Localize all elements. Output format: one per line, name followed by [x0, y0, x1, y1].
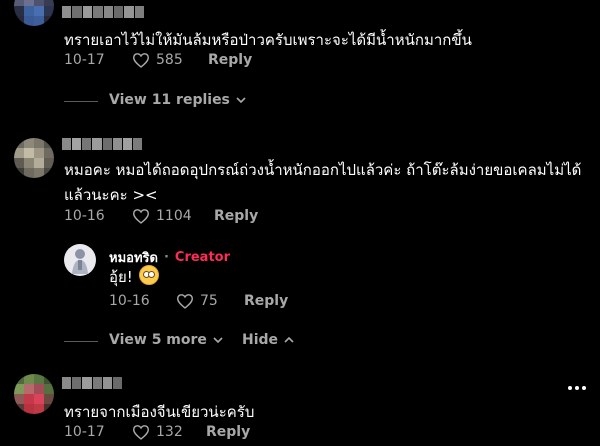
creator-badge: Creator [174, 250, 231, 265]
reply-button[interactable]: Reply [206, 424, 250, 440]
reply-text: อุ้ย! [109, 268, 133, 286]
heart-icon [132, 53, 150, 68]
reply-text-line: อุ้ย! [109, 265, 159, 290]
like-button[interactable]: 132 [132, 424, 183, 440]
view-more-label: View 5 more [109, 332, 207, 348]
creator-avatar[interactable] [64, 244, 96, 276]
heart-icon [132, 425, 150, 440]
hide-replies-button[interactable]: Hide [242, 332, 294, 348]
avatar[interactable] [14, 0, 54, 26]
heart-icon [176, 294, 194, 309]
like-count: 1104 [156, 208, 192, 224]
hide-label: Hide [242, 332, 279, 348]
comment-text: ทรายจากเมืองจีนเขียวน่ะครับ [64, 403, 255, 421]
reply-like-button[interactable]: 75 [176, 293, 218, 309]
flushed-face-emoji-icon [138, 265, 159, 285]
avatar[interactable] [14, 138, 54, 178]
avatar[interactable] [14, 374, 54, 414]
like-count: 585 [156, 52, 183, 68]
comment-date: 10-17 [64, 52, 105, 68]
reply-button[interactable]: Reply [208, 52, 252, 68]
blurred-username[interactable] [62, 138, 142, 150]
reply-button[interactable]: Reply [214, 208, 258, 224]
blurred-username[interactable] [62, 377, 123, 389]
reply-like-count: 75 [200, 293, 218, 309]
reply-date: 10-16 [109, 293, 150, 309]
comment-text: ทรายเอาไว้ไม่ให้มันล้มหรือป่าวครับเพราะจ… [64, 31, 472, 49]
like-button[interactable]: 1104 [132, 208, 192, 224]
comment-date: 10-17 [64, 424, 105, 440]
heart-icon [132, 209, 150, 224]
reply-button[interactable]: Reply [244, 293, 288, 309]
view-replies-button[interactable]: View 11 replies [109, 92, 246, 108]
comment-text-line-1: หมอคะ หมอได้ถอดอุปกรณ์ถ่วงน้ำหนักออกไปแล… [64, 161, 582, 179]
chevron-down-icon [236, 97, 246, 103]
chevron-down-icon [213, 337, 223, 343]
comment-text-line-2: แล้วนะคะ >< [64, 186, 158, 204]
view-replies-label: View 11 replies [109, 92, 230, 108]
like-button[interactable]: 585 [132, 52, 183, 68]
thread-divider [64, 101, 98, 102]
view-more-button[interactable]: View 5 more [109, 332, 223, 348]
comment-date: 10-16 [64, 208, 105, 224]
blurred-username[interactable] [62, 6, 144, 18]
thread-divider [64, 341, 98, 342]
more-horizontal-icon[interactable] [568, 386, 586, 390]
like-count: 132 [156, 424, 183, 440]
separator: · [163, 250, 169, 265]
person-figure-icon [72, 249, 88, 274]
chevron-up-icon [284, 337, 294, 343]
